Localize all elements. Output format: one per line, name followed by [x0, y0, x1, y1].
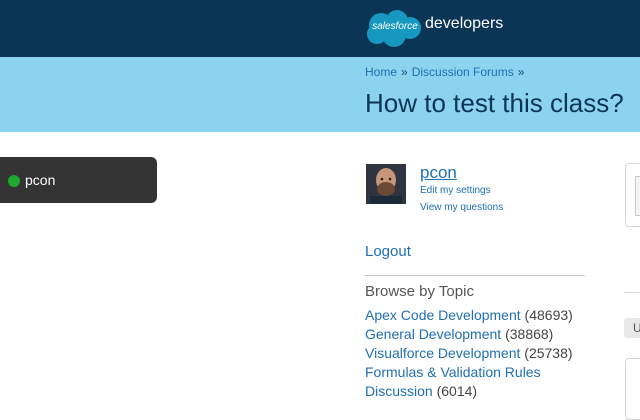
user-pill-name: pcon: [25, 172, 56, 188]
topic-link[interactable]: Formulas & Validation Rules: [365, 364, 541, 380]
profile-name-link[interactable]: pcon: [420, 163, 457, 183]
page-title: How to test this class?: [365, 88, 624, 118]
topic-count: (48693): [524, 307, 573, 323]
breadcrumb-separator: »: [517, 65, 525, 79]
avatar[interactable]: [366, 164, 406, 204]
right-panel-box-lower: [625, 358, 640, 420]
topic-count: (25738): [524, 345, 573, 361]
list-item: Apex Code Development (48693): [365, 306, 573, 325]
topic-link[interactable]: General Development: [365, 326, 501, 342]
list-item: Visualforce Development (25738): [365, 344, 573, 363]
topic-link[interactable]: Apex Code Development: [365, 307, 521, 323]
edit-settings-link[interactable]: Edit my settings: [420, 185, 491, 196]
right-panel-tag[interactable]: U: [624, 318, 640, 338]
topic-count: (6014): [436, 383, 478, 399]
view-questions-link[interactable]: View my questions: [420, 202, 503, 213]
breadcrumb-home[interactable]: Home: [365, 65, 397, 79]
logo-cloud-text: salesforce: [372, 21, 418, 32]
right-panel-input[interactable]: [635, 176, 640, 216]
list-item: General Development (38868): [365, 325, 573, 344]
online-status-icon: [8, 175, 20, 187]
breadcrumb-separator: »: [401, 65, 408, 79]
logo-developers-text[interactable]: developers: [425, 15, 503, 33]
topic-link[interactable]: Visualforce Development: [365, 345, 520, 361]
user-status-pill[interactable]: [0, 157, 157, 203]
list-item: Discussion (6014): [365, 382, 573, 401]
user-avatar-icon: [366, 164, 406, 204]
list-item: Formulas & Validation Rules: [365, 363, 573, 382]
breadcrumb-discussion-forums[interactable]: Discussion Forums: [412, 65, 514, 79]
sidebar-divider: [365, 275, 585, 276]
topic-list: Apex Code Development (48693) General De…: [365, 306, 573, 401]
browse-by-topic-heading: Browse by Topic: [365, 283, 474, 300]
topic-count: (38868): [505, 326, 554, 342]
top-header: [0, 0, 640, 57]
breadcrumb: Home» Discussion Forums»: [365, 65, 528, 79]
logout-link[interactable]: Logout: [365, 243, 411, 260]
topic-link[interactable]: Discussion: [365, 383, 433, 399]
right-panel-divider: [625, 292, 640, 293]
